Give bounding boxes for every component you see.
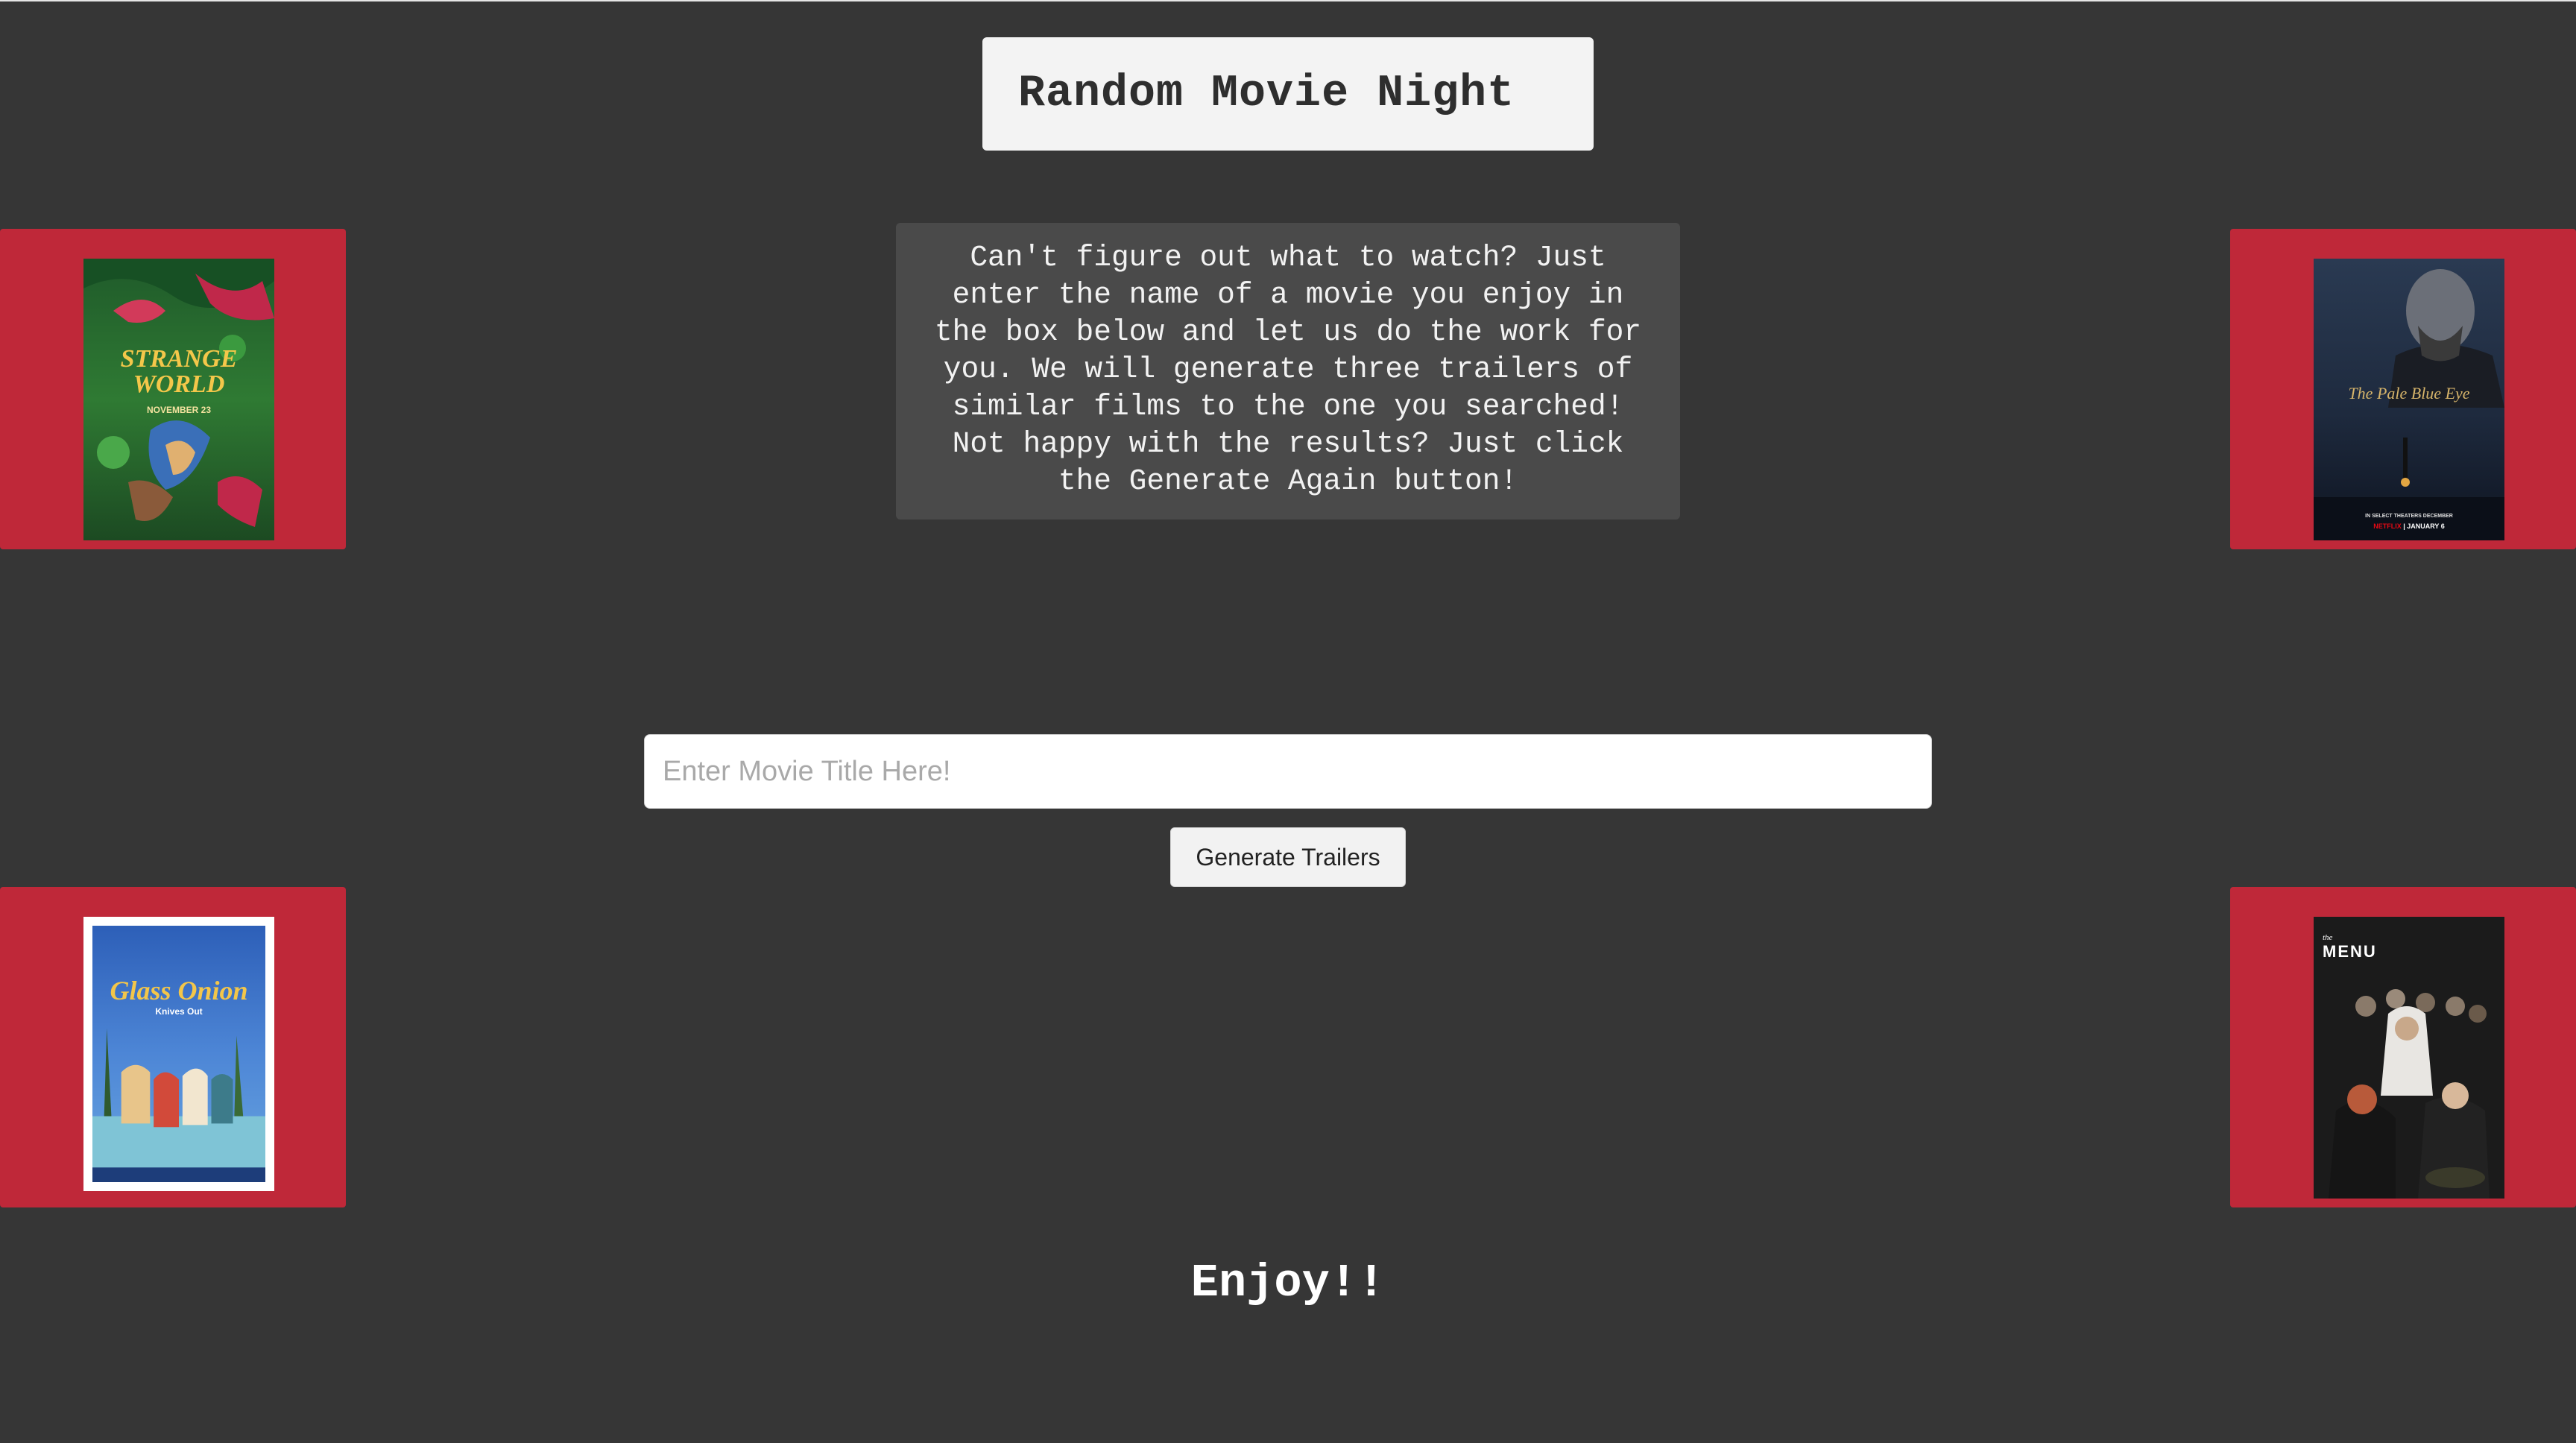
poster-glass-onion-image bbox=[92, 926, 265, 1182]
enjoy-message: Enjoy!! bbox=[1190, 1257, 1386, 1310]
poster-pale-blue-eye-title: The Pale Blue Eye bbox=[2348, 384, 2470, 402]
poster-panel-bottom-left: Glass Onion Knives Out bbox=[0, 887, 346, 1207]
poster-the-menu[interactable]: the MENU bbox=[2314, 917, 2504, 1199]
poster-glass-onion-subtitle: Knives Out bbox=[155, 1006, 203, 1017]
poster-glass-onion-title: Glass Onion bbox=[110, 976, 248, 1005]
poster-panel-top-right: The Pale Blue Eye IN SELECT THEATERS DEC… bbox=[2230, 229, 2576, 549]
poster-glass-onion[interactable]: Glass Onion Knives Out bbox=[83, 917, 274, 1191]
intro-description: Can't figure out what to watch? Just ent… bbox=[896, 223, 1680, 520]
poster-strange-world[interactable]: STRANGE WORLD NOVEMBER 23 bbox=[83, 259, 274, 540]
poster-the-menu-title: MENU bbox=[2323, 942, 2377, 961]
poster-panel-bottom-right: the MENU bbox=[2230, 887, 2576, 1207]
poster-strange-world-title: STRANGE WORLD bbox=[120, 345, 238, 398]
poster-strange-world-image bbox=[83, 259, 274, 540]
generate-trailers-button[interactable]: Generate Trailers bbox=[1170, 827, 1406, 887]
poster-strange-world-date: NOVEMBER 23 bbox=[146, 405, 212, 415]
poster-the-menu-title-small: the bbox=[2323, 933, 2333, 942]
page-title: Random Movie Night bbox=[1018, 69, 1515, 119]
poster-pale-blue-eye-date: JANUARY 6 bbox=[2407, 522, 2445, 530]
poster-pale-blue-eye-network: NETFLIX bbox=[2373, 522, 2402, 530]
poster-pale-blue-eye-network-line: NETFLIX | JANUARY 6 bbox=[2373, 522, 2445, 530]
movie-title-input[interactable] bbox=[644, 734, 1932, 809]
poster-pale-blue-eye-release: IN SELECT THEATERS DECEMBER bbox=[2365, 514, 2453, 519]
poster-pale-blue-eye[interactable]: The Pale Blue Eye IN SELECT THEATERS DEC… bbox=[2314, 259, 2504, 540]
poster-panel-top-left: STRANGE WORLD NOVEMBER 23 bbox=[0, 229, 346, 549]
page-title-box: Random Movie Night bbox=[982, 37, 1594, 151]
